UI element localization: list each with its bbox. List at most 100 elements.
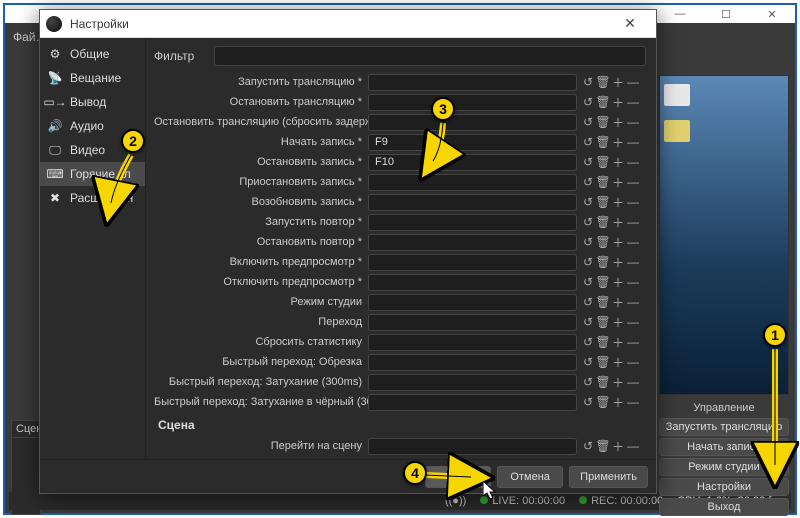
delete-icon[interactable]: 🗑 bbox=[596, 335, 610, 349]
undo-icon[interactable]: ↺ bbox=[581, 75, 595, 89]
hotkey-input[interactable] bbox=[368, 74, 577, 91]
add-icon[interactable]: ＋ bbox=[611, 95, 625, 109]
cancel-button[interactable]: Отмена bbox=[497, 466, 563, 488]
add-icon[interactable]: ＋ bbox=[611, 215, 625, 229]
undo-icon[interactable]: ↺ bbox=[581, 375, 595, 389]
hotkey-input[interactable] bbox=[368, 94, 577, 111]
undo-icon[interactable]: ↺ bbox=[581, 215, 595, 229]
hotkey-input[interactable] bbox=[368, 334, 577, 351]
hotkey-input[interactable] bbox=[368, 274, 577, 291]
remove-icon[interactable]: — bbox=[626, 195, 640, 209]
undo-icon[interactable]: ↺ bbox=[581, 355, 595, 369]
undo-icon[interactable]: ↺ bbox=[581, 275, 595, 289]
add-icon[interactable]: ＋ bbox=[611, 295, 625, 309]
remove-icon[interactable]: — bbox=[626, 95, 640, 109]
undo-icon[interactable]: ↺ bbox=[581, 155, 595, 169]
remove-icon[interactable]: — bbox=[626, 355, 640, 369]
hotkey-input[interactable] bbox=[368, 174, 577, 191]
undo-icon[interactable]: ↺ bbox=[581, 255, 595, 269]
add-icon[interactable]: ＋ bbox=[611, 395, 625, 409]
hotkey-input[interactable] bbox=[368, 234, 577, 251]
undo-icon[interactable]: ↺ bbox=[581, 395, 595, 409]
undo-icon[interactable]: ↺ bbox=[581, 115, 595, 129]
delete-icon[interactable]: 🗑 bbox=[596, 255, 610, 269]
delete-icon[interactable]: 🗑 bbox=[596, 295, 610, 309]
remove-icon[interactable]: — bbox=[626, 315, 640, 329]
add-icon[interactable]: ＋ bbox=[611, 375, 625, 389]
add-icon[interactable]: ＋ bbox=[611, 439, 625, 453]
undo-icon[interactable]: ↺ bbox=[581, 315, 595, 329]
remove-icon[interactable]: — bbox=[626, 255, 640, 269]
undo-icon[interactable]: ↺ bbox=[581, 175, 595, 189]
undo-icon[interactable]: ↺ bbox=[581, 295, 595, 309]
delete-icon[interactable]: 🗑 bbox=[596, 315, 610, 329]
delete-icon[interactable]: 🗑 bbox=[596, 275, 610, 289]
hotkey-input[interactable] bbox=[368, 154, 577, 171]
remove-icon[interactable]: — bbox=[626, 235, 640, 249]
sidebar-item-general[interactable]: ⚙ Общие bbox=[40, 42, 145, 66]
add-icon[interactable]: ＋ bbox=[611, 335, 625, 349]
delete-icon[interactable]: 🗑 bbox=[596, 439, 610, 453]
hotkey-input[interactable] bbox=[368, 254, 577, 271]
hotkey-input[interactable] bbox=[368, 194, 577, 211]
undo-icon[interactable]: ↺ bbox=[581, 195, 595, 209]
add-icon[interactable]: ＋ bbox=[611, 135, 625, 149]
sidebar-item-output[interactable]: ▭→ Вывод bbox=[40, 90, 145, 114]
hotkey-input[interactable] bbox=[368, 354, 577, 371]
add-icon[interactable]: ＋ bbox=[611, 235, 625, 249]
delete-icon[interactable]: 🗑 bbox=[596, 195, 610, 209]
add-icon[interactable]: ＋ bbox=[611, 115, 625, 129]
undo-icon[interactable]: ↺ bbox=[581, 335, 595, 349]
hotkey-input[interactable] bbox=[368, 294, 577, 311]
exit-button[interactable]: Выход bbox=[659, 498, 789, 516]
hotkey-input[interactable] bbox=[368, 374, 577, 391]
close-button[interactable]: ✕ bbox=[749, 5, 795, 23]
undo-icon[interactable]: ↺ bbox=[581, 439, 595, 453]
hotkey-input[interactable] bbox=[368, 314, 577, 331]
remove-icon[interactable]: — bbox=[626, 395, 640, 409]
delete-icon[interactable]: 🗑 bbox=[596, 75, 610, 89]
remove-icon[interactable]: — bbox=[626, 375, 640, 389]
remove-icon[interactable]: — bbox=[626, 115, 640, 129]
delete-icon[interactable]: 🗑 bbox=[596, 115, 610, 129]
remove-icon[interactable]: — bbox=[626, 75, 640, 89]
remove-icon[interactable]: — bbox=[626, 135, 640, 149]
remove-icon[interactable]: — bbox=[626, 175, 640, 189]
undo-icon[interactable]: ↺ bbox=[581, 235, 595, 249]
dialog-close-button[interactable]: ✕ bbox=[610, 15, 650, 32]
delete-icon[interactable]: 🗑 bbox=[596, 355, 610, 369]
remove-icon[interactable]: — bbox=[626, 215, 640, 229]
add-icon[interactable]: ＋ bbox=[611, 355, 625, 369]
hotkey-input[interactable] bbox=[368, 214, 577, 231]
undo-icon[interactable]: ↺ bbox=[581, 135, 595, 149]
remove-icon[interactable]: — bbox=[626, 335, 640, 349]
add-icon[interactable]: ＋ bbox=[611, 195, 625, 209]
hotkey-input[interactable] bbox=[368, 438, 577, 455]
delete-icon[interactable]: 🗑 bbox=[596, 95, 610, 109]
apply-button[interactable]: Применить bbox=[569, 466, 648, 488]
add-icon[interactable]: ＋ bbox=[611, 175, 625, 189]
hotkey-input[interactable] bbox=[368, 134, 577, 151]
add-icon[interactable]: ＋ bbox=[611, 315, 625, 329]
add-icon[interactable]: ＋ bbox=[611, 75, 625, 89]
filter-input[interactable] bbox=[214, 46, 646, 66]
delete-icon[interactable]: 🗑 bbox=[596, 175, 610, 189]
remove-icon[interactable]: — bbox=[626, 295, 640, 309]
add-icon[interactable]: ＋ bbox=[611, 275, 625, 289]
delete-icon[interactable]: 🗑 bbox=[596, 155, 610, 169]
undo-icon[interactable]: ↺ bbox=[581, 95, 595, 109]
add-icon[interactable]: ＋ bbox=[611, 155, 625, 169]
delete-icon[interactable]: 🗑 bbox=[596, 235, 610, 249]
maximize-button[interactable]: ☐ bbox=[703, 5, 749, 23]
remove-icon[interactable]: — bbox=[626, 275, 640, 289]
delete-icon[interactable]: 🗑 bbox=[596, 375, 610, 389]
hotkey-input[interactable] bbox=[368, 114, 577, 131]
hotkey-input[interactable] bbox=[368, 394, 577, 411]
minimize-button[interactable]: — bbox=[657, 5, 703, 23]
add-icon[interactable]: ＋ bbox=[611, 255, 625, 269]
remove-icon[interactable]: — bbox=[626, 155, 640, 169]
delete-icon[interactable]: 🗑 bbox=[596, 135, 610, 149]
sidebar-item-stream[interactable]: 📡 Вещание bbox=[40, 66, 145, 90]
delete-icon[interactable]: 🗑 bbox=[596, 215, 610, 229]
remove-icon[interactable]: — bbox=[626, 439, 640, 453]
